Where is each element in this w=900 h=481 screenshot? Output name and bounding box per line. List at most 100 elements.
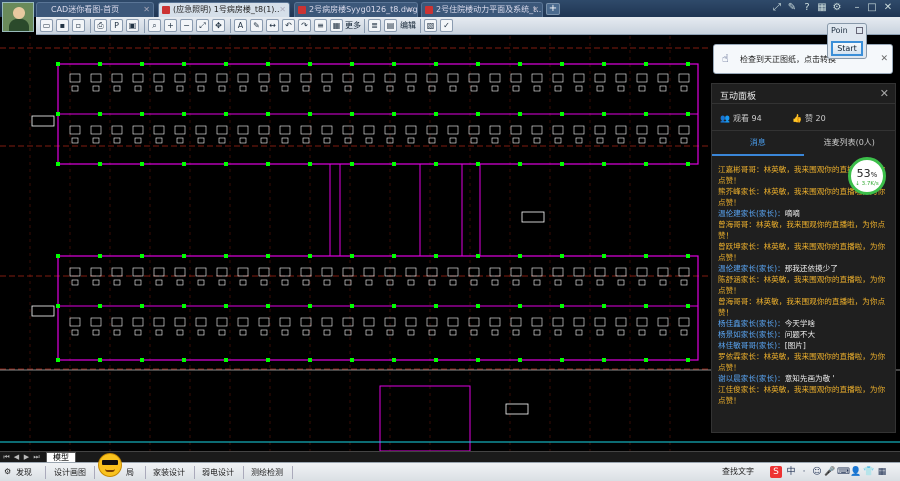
more-label[interactable]: 更多 [345,20,361,31]
tab-ward-building-2[interactable]: 2号病房楼Syyg0126_t8.dwg ✕ [294,2,418,17]
message-sender[interactable]: 杨佳鑫家长(家长)： [718,319,785,328]
edit-icon[interactable]: ✎ [786,2,798,14]
message-sender[interactable]: 温伦建家长(家长)： [718,209,785,218]
message-sender[interactable]: 曾跃坤家长： [718,242,764,251]
print-icon[interactable]: ⎙ [94,19,107,32]
message-sender[interactable]: 江嘉彬哥哥： [718,165,764,174]
insert-icon[interactable]: ▧ [424,19,437,32]
layer-manager-icon[interactable]: ≣ [368,19,381,32]
start-button[interactable]: Start [831,41,863,56]
message-sender[interactable]: 曾海哥哥： [718,297,756,306]
close-icon[interactable]: ✕ [880,87,889,100]
room-fixture [92,85,100,92]
message-sender[interactable]: 林佳敏哥哥(家长)： [718,341,785,350]
save-icon[interactable]: ▪ [56,19,69,32]
punctuation-icon[interactable]: · [798,466,810,478]
message-sender[interactable]: 罗依霖家长： [718,352,764,361]
next-sheet-icon[interactable]: ▶ [22,453,31,462]
message-sender[interactable]: 杨景如家长(家长)： [718,330,785,339]
help-icon[interactable]: ? [801,2,813,14]
message-sender[interactable]: 谢以晨家长(家长)： [718,374,785,383]
markup-icon[interactable]: ✓ [440,19,453,32]
close-icon[interactable]: ✕ [279,3,286,17]
measure-icon[interactable]: ↔ [266,19,279,32]
settings-small-icon[interactable]: ⚙ [4,467,11,476]
user-avatar[interactable] [2,2,34,32]
more-icon[interactable]: ▦ [330,19,343,32]
message-sender[interactable]: 曾海哥哥： [718,220,756,229]
text-icon[interactable]: A [234,19,247,32]
room-fixture [342,267,354,277]
find-text-input[interactable]: 查找文字 [722,466,762,479]
export-image-icon[interactable]: ▣ [126,19,139,32]
message-sender[interactable]: 陈舒涵家长： [718,275,764,284]
edit-label[interactable]: 编辑 [400,20,416,31]
chat-message: 曾海哥哥：林英敏，我来围观你的直播啦，为你点赞！ [718,219,890,241]
close-icon[interactable]: ✕ [880,54,888,64]
status-design-drawing[interactable]: 设计画图 [54,467,86,478]
message-sender[interactable]: 温伦建家长(家长)： [718,264,785,273]
open-icon[interactable]: ▭ [40,19,53,32]
room-fixture [596,85,604,92]
room-fixture [260,329,268,336]
message-list[interactable]: 江嘉彬哥哥：林英敏，我来围观你的直播啦，为你点赞！ 熊芥峰家长：林英敏，我来围观你… [718,164,890,432]
emoji-icon[interactable]: ☺ [811,466,823,478]
status-partial[interactable]: 局 [126,467,134,478]
tab-emergency-lighting[interactable]: (应急照明) 1号病房楼_t8(1).. ✕ [158,2,290,17]
status-survey[interactable]: 测绘检测 [251,467,283,478]
status-discover[interactable]: 发现 [16,467,32,478]
close-icon[interactable]: ✕ [143,3,150,17]
room-fixture [197,137,205,144]
undo-icon[interactable]: ↶ [282,19,295,32]
zoom-window-icon[interactable]: ⌕ [148,19,161,32]
zoom-in-icon[interactable]: + [164,19,177,32]
layers-icon[interactable]: ≡ [314,19,327,32]
user-icon[interactable]: 👤 [850,466,862,478]
room-fixture [468,267,480,277]
room-fixture [216,267,228,277]
share-icon[interactable]: ⤢ [771,2,783,14]
pencil-icon[interactable]: ✎ [250,19,263,32]
status-home-design[interactable]: 家装设计 [153,467,185,478]
apps-icon[interactable]: ▦ [876,466,888,478]
message-sender[interactable]: 江佳俊家长： [718,385,764,394]
close-icon[interactable]: ✕ [532,3,539,17]
network-speed-gauge[interactable]: 53% ↓ 3.7K/s [848,157,886,195]
voice-icon[interactable]: 🎤 [824,466,836,478]
tab-messages[interactable]: 消息 [712,132,804,156]
sogou-ime-icon[interactable]: S [770,466,782,478]
room-fixture [323,137,331,144]
zoom-out-icon[interactable]: − [180,19,193,32]
first-sheet-icon[interactable]: ⏮ [2,453,11,462]
gear-icon[interactable]: ⚙ [831,2,843,14]
close-window-icon[interactable]: ✕ [882,2,894,14]
room-fixture [659,85,667,92]
pan-icon[interactable]: ✥ [212,19,225,32]
tab-power-plan[interactable]: 2号住院楼动力平面及系统_t.. ✕ [421,2,543,17]
prev-sheet-icon[interactable]: ◀ [12,453,21,462]
room-fixture [323,329,331,336]
room-fixture [512,279,520,286]
chinese-mode-icon[interactable]: 中 [785,466,797,478]
tab-mic-list[interactable]: 连麦列表(0人) [804,132,896,156]
restore-icon[interactable] [856,27,863,34]
keyboard-icon[interactable]: ⌨ [837,466,850,478]
zoom-extents-icon[interactable]: ⤢ [196,19,209,32]
edit-mode-icon[interactable]: ▤ [384,19,397,32]
column-node [518,62,522,66]
likes-count[interactable]: 👍 赞 20 [792,113,826,124]
minimize-icon[interactable]: – [851,2,863,14]
message-sender[interactable]: 熊芥峰家长： [718,187,764,196]
column-node [434,304,438,308]
pdf-icon[interactable]: P [110,19,123,32]
grid-icon[interactable]: ▦ [816,2,828,14]
new-tab-button[interactable]: + [546,3,560,15]
redo-icon[interactable]: ↷ [298,19,311,32]
tab-home[interactable]: CAD迷你看图-首页 ✕ [36,2,154,17]
maximize-icon[interactable]: □ [866,2,878,14]
close-icon[interactable]: ✕ [407,3,414,17]
status-weak-current-design[interactable]: 弱电设计 [202,467,234,478]
last-sheet-icon[interactable]: ⏭ [32,453,41,462]
save-as-icon[interactable]: ▫ [72,19,85,32]
shirt-icon[interactable]: 👕 [863,466,875,478]
